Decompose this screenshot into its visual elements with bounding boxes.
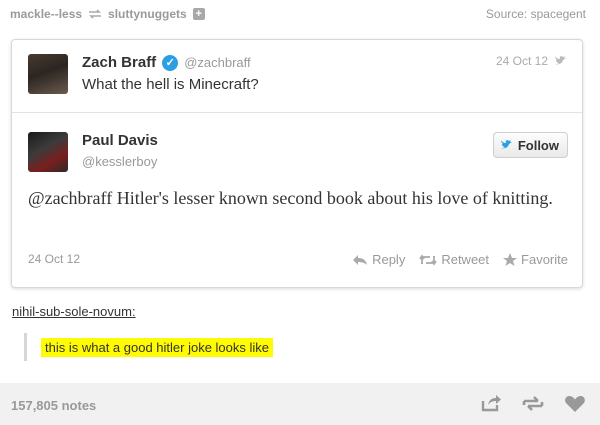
tweet-embed: Zach Braff ✓ @zachbraff What the hell is… — [11, 39, 583, 288]
verified-badge-icon: ✓ — [162, 54, 179, 71]
heart-icon[interactable] — [564, 393, 586, 413]
reply-button[interactable]: Reply — [352, 252, 405, 267]
reblog-trail: mackle--less sluttynuggets + — [10, 7, 205, 21]
retweet-icon — [419, 253, 438, 266]
retweet-button[interactable]: Retweet — [419, 252, 489, 267]
tweet-author-handle[interactable]: @kesslerboy — [82, 154, 157, 169]
star-icon — [503, 253, 518, 266]
source-label: Source: — [485, 7, 528, 21]
quoted-tweet: Zach Braff ✓ @zachbraff What the hell is… — [12, 40, 582, 113]
quoted-author-name: Zach Braff — [82, 54, 157, 71]
quoted-author-handle: @zachbraff — [184, 55, 251, 70]
follow-button[interactable]: Follow — [492, 132, 568, 158]
tweet-date[interactable]: 24 Oct 12 — [28, 252, 80, 266]
comment-author-name[interactable]: nihil-sub-sole-novum — [12, 304, 132, 319]
tweet-text: @zachbraff Hitler's lesser known second … — [28, 188, 553, 208]
follow-plus-icon[interactable]: + — [192, 8, 205, 20]
original-poster-link[interactable]: sluttynuggets — [108, 7, 187, 21]
source-user[interactable]: spacegent — [531, 7, 586, 21]
comment-author[interactable]: nihil-sub-sole-novum: — [12, 304, 136, 319]
follow-label: Follow — [517, 137, 559, 153]
comment-author-suffix: : — [131, 304, 136, 319]
favorite-button[interactable]: Favorite — [503, 252, 568, 267]
tweet-author-name[interactable]: Paul Davis — [82, 132, 158, 149]
quoted-author[interactable]: Zach Braff ✓ @zachbraff — [82, 54, 251, 71]
quoted-tweet-text: What the hell is Minecraft? — [82, 76, 259, 93]
twitter-bird-icon — [500, 140, 512, 149]
avatar-zach-braff[interactable] — [28, 54, 68, 94]
quoted-tweet-date[interactable]: 24 Oct 12 — [496, 54, 548, 68]
twitter-bird-icon — [555, 56, 566, 65]
post-header: mackle--less sluttynuggets + Source: spa… — [0, 0, 600, 30]
reply-label: Reply — [372, 252, 406, 267]
post-actions — [480, 393, 586, 413]
reblog-icon[interactable] — [522, 393, 544, 413]
retweet-label: Retweet — [441, 252, 490, 267]
notes-count[interactable]: 157,805 notes — [11, 398, 96, 413]
reply-icon — [353, 254, 368, 265]
avatar-paul-davis[interactable] — [28, 132, 68, 172]
source-attribution[interactable]: Source: spacegent — [486, 7, 586, 21]
favorite-label: Favorite — [521, 252, 568, 267]
comment-blockquote: this is what a good hitler joke looks li… — [24, 333, 274, 361]
reblogger-link[interactable]: mackle--less — [10, 7, 82, 21]
tweet-actions: Reply Retweet Favorite — [352, 252, 568, 267]
reblog-icon — [89, 9, 102, 19]
comment-text: this is what a good hitler joke looks li… — [41, 337, 274, 357]
quoted-tweet-meta: 24 Oct 12 — [496, 54, 568, 68]
post-footer: 157,805 notes — [0, 383, 600, 425]
share-icon[interactable] — [480, 393, 502, 413]
